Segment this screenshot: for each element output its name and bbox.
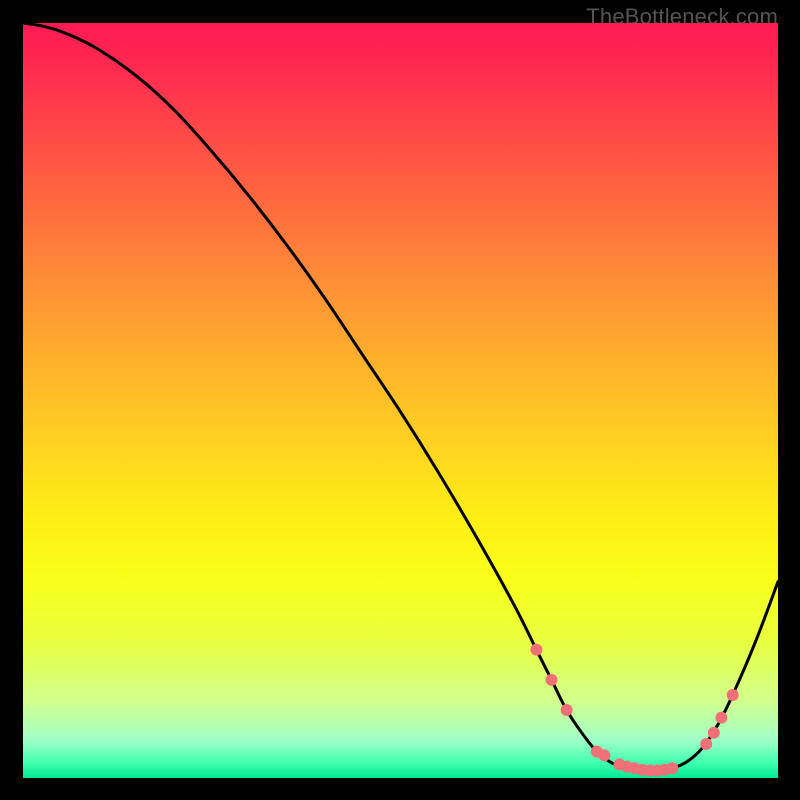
marker-point (546, 674, 558, 686)
bottleneck-curve (23, 23, 778, 771)
marker-point (598, 749, 610, 761)
marker-point (708, 727, 720, 739)
marker-point (715, 712, 727, 724)
curve-svg (23, 23, 778, 778)
marker-point (561, 704, 573, 716)
marker-point (530, 644, 542, 656)
chart-frame: TheBottleneck.com (0, 0, 800, 800)
plot-area (23, 23, 778, 778)
marker-point (727, 689, 739, 701)
marker-point (666, 762, 678, 774)
marker-group (530, 644, 738, 777)
marker-point (700, 738, 712, 750)
